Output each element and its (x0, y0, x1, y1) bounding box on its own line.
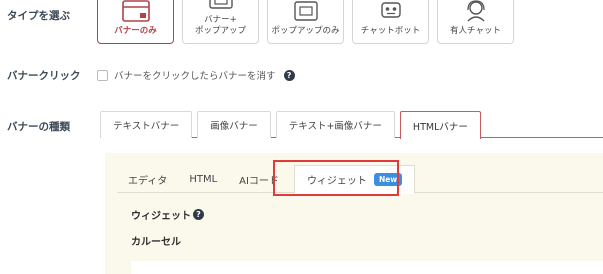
banner-popup-icon (205, 0, 237, 12)
type-card-banner-popup[interactable]: バナー+ ポップアップ (182, 0, 259, 44)
type-card-label: バナーのみ (114, 26, 157, 36)
banner-icon (120, 0, 152, 23)
carousel-label: カルーセル (131, 237, 181, 248)
hide-on-click-checkbox[interactable] (97, 69, 108, 81)
type-select-label: タイプを選ぶ (7, 10, 70, 22)
tab-editor[interactable]: エディタ (117, 165, 178, 193)
type-card-popup-only[interactable]: ポップアップのみ (267, 0, 344, 44)
type-card-label: バナー+ ポップアップ (194, 15, 246, 36)
tab-html[interactable]: HTML (178, 165, 228, 193)
type-card-live-chat[interactable]: 有人チャット (437, 0, 514, 44)
type-card-chatbot[interactable]: チャットボット (352, 0, 429, 44)
type-card-label: 有人チャット (450, 26, 501, 36)
hide-on-click-label[interactable]: バナーをクリックしたらバナーを消す (114, 68, 276, 82)
type-card-label: ポップアップのみ (271, 26, 340, 36)
tab-text-image-banner[interactable]: テキスト+画像バナー (275, 111, 395, 138)
hide-on-click-option: バナーをクリックしたらバナーを消す ? (97, 68, 295, 82)
widget-content-area (131, 261, 603, 274)
robot-icon (375, 0, 407, 23)
widget-section-title: ウィジェット ? (131, 207, 204, 222)
help-icon[interactable]: ? (283, 69, 295, 81)
banner-kind-tabs: テキストバナー 画像バナー テキスト+画像バナー HTMLバナー (100, 111, 603, 139)
tab-text-banner[interactable]: テキストバナー (100, 111, 193, 138)
help-icon[interactable]: ? (193, 209, 204, 220)
banner-kind-label: バナーの種類 (7, 121, 70, 133)
popup-icon (290, 0, 322, 23)
banner-click-label: バナークリック (7, 70, 81, 82)
tab-image-banner[interactable]: 画像バナー (197, 111, 271, 138)
widget-title: ウィジェット (131, 211, 191, 222)
agent-headset-icon (460, 0, 492, 23)
type-card-banner-only[interactable]: バナーのみ (97, 0, 174, 44)
tab-html-banner[interactable]: HTMLバナー (399, 111, 481, 139)
highlight-frame (273, 160, 399, 196)
type-card-label: チャットボット (360, 26, 421, 36)
